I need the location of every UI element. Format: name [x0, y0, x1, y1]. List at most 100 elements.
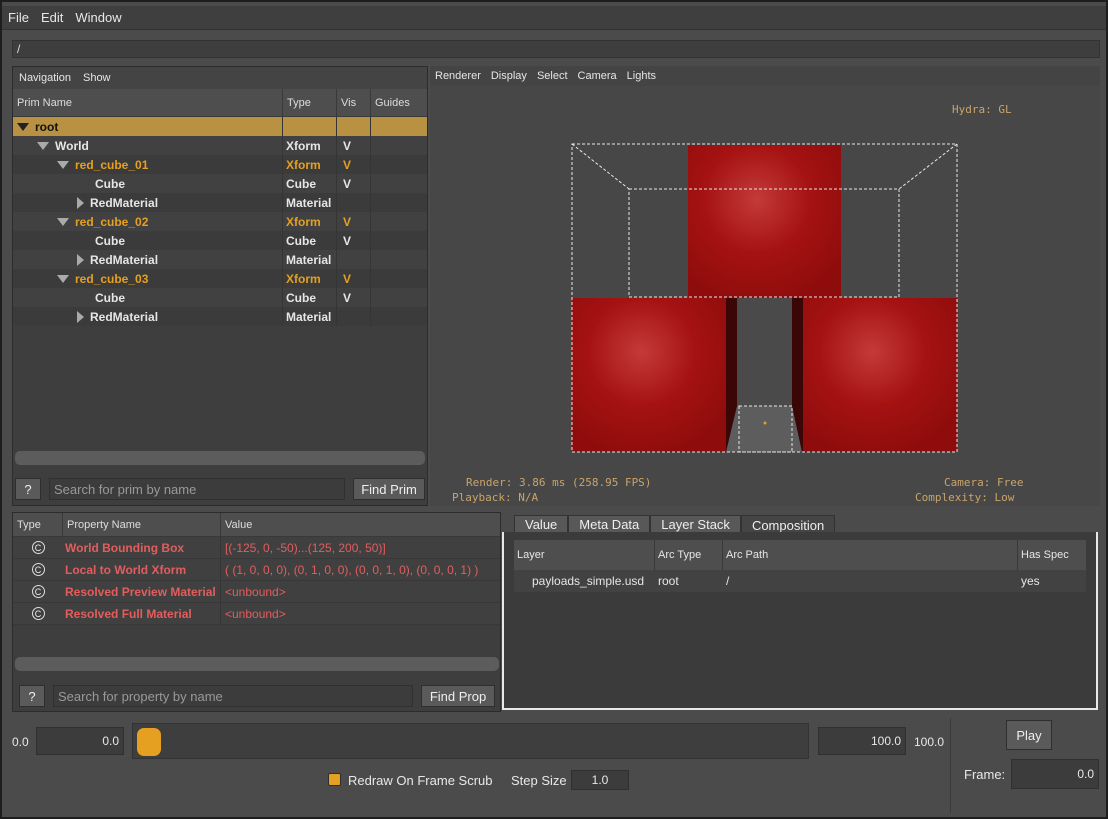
prim-vis-toggle[interactable] [337, 117, 371, 136]
expand-arrow-icon[interactable] [37, 141, 49, 150]
prim-guides[interactable] [371, 307, 427, 326]
prim-row[interactable]: Cube Cube V [13, 231, 427, 250]
redraw-checkbox[interactable] [328, 773, 341, 786]
property-row[interactable]: C Local to World Xform ( (1, 0, 0, 0), (0,… [13, 559, 500, 581]
path-field[interactable]: / [12, 40, 1100, 58]
col-layer[interactable]: Layer [514, 540, 655, 570]
col-arc-type[interactable]: Arc Type [655, 540, 723, 570]
prim-row[interactable]: root [13, 117, 427, 136]
end-frame-field[interactable]: 100.0 [818, 727, 906, 755]
col-prop-name[interactable]: Property Name [63, 513, 221, 536]
prim-row[interactable]: red_cube_01 Xform V [13, 155, 427, 174]
col-prim-name[interactable]: Prim Name [13, 89, 283, 116]
col-prop-type[interactable]: Type [13, 513, 63, 536]
menu-file[interactable]: File [2, 10, 35, 25]
prim-vis-toggle[interactable] [337, 193, 371, 212]
prim-vis-toggle[interactable] [337, 307, 371, 326]
property-name: Resolved Full Material [63, 603, 221, 624]
start-frame-field[interactable]: 0.0 [36, 727, 124, 755]
menu-window[interactable]: Window [69, 10, 127, 25]
computed-property-icon: C [31, 541, 45, 554]
prim-name: red_cube_02 [75, 214, 149, 229]
prim-name: RedMaterial [90, 252, 159, 267]
step-size-field[interactable]: 1.0 [571, 770, 629, 790]
prim-vis-toggle[interactable]: V [337, 136, 371, 155]
prim-vis-toggle[interactable]: V [337, 231, 371, 250]
collapse-arrow-icon[interactable] [77, 196, 84, 209]
collapse-arrow-icon[interactable] [77, 253, 84, 266]
prim-guides[interactable] [371, 155, 427, 174]
col-arc-path[interactable]: Arc Path [723, 540, 1018, 570]
property-scrollbar[interactable] [15, 657, 499, 671]
prim-vis-toggle[interactable]: V [337, 269, 371, 288]
arc-path-cell: / [726, 574, 730, 588]
current-frame-field[interactable]: 0.0 [1011, 759, 1099, 789]
expand-arrow-icon[interactable] [57, 274, 69, 283]
display-menu[interactable]: Display [486, 70, 532, 82]
col-type[interactable]: Type [283, 89, 337, 116]
prop-help-button[interactable]: ? [19, 685, 45, 707]
col-guides[interactable]: Guides [371, 89, 427, 116]
prim-guides[interactable] [371, 288, 427, 307]
inner-floor [726, 406, 802, 452]
prim-tree-scrollbar[interactable] [15, 451, 425, 465]
prim-name: red_cube_03 [75, 271, 149, 286]
frame-slider-handle[interactable] [137, 728, 161, 756]
prim-help-button[interactable]: ? [15, 478, 41, 500]
col-vis[interactable]: Vis [337, 89, 371, 116]
prim-guides[interactable] [371, 250, 427, 269]
prim-row[interactable]: Cube Cube V [13, 288, 427, 307]
property-row[interactable]: C Resolved Preview Material <unbound> [13, 581, 500, 603]
col-prop-value[interactable]: Value [221, 513, 500, 536]
property-row[interactable]: C Resolved Full Material <unbound> [13, 603, 500, 625]
expand-arrow-icon[interactable] [57, 217, 69, 226]
step-size-label: Step Size [511, 773, 567, 788]
prim-vis-toggle[interactable] [337, 250, 371, 269]
collapse-arrow-icon[interactable] [77, 310, 84, 323]
select-menu[interactable]: Select [532, 70, 573, 82]
prim-vis-toggle[interactable]: V [337, 155, 371, 174]
prim-guides[interactable] [371, 212, 427, 231]
prim-guides[interactable] [371, 193, 427, 212]
playback-status: Playback: N/A [452, 491, 539, 504]
red-cube-right [803, 298, 957, 452]
property-value: <unbound> [225, 584, 286, 599]
prim-vis-toggle[interactable]: V [337, 212, 371, 231]
prim-guides[interactable] [371, 231, 427, 250]
camera-menu[interactable]: Camera [573, 70, 622, 82]
layer-cell: payloads_simple.usd [532, 574, 645, 588]
renderer-menu[interactable]: Renderer [430, 70, 486, 82]
composition-row[interactable]: payloads_simple.usd root / yes [514, 570, 1086, 592]
frame-slider[interactable] [132, 723, 809, 759]
complexity-status: Complexity: Low [915, 491, 1015, 504]
prim-row[interactable]: World Xform V [13, 136, 427, 155]
divider [950, 718, 951, 813]
expand-arrow-icon[interactable] [17, 122, 29, 131]
computed-property-icon: C [31, 607, 45, 620]
prim-row[interactable]: Cube Cube V [13, 174, 427, 193]
show-menu[interactable]: Show [77, 72, 117, 84]
find-prop-button[interactable]: Find Prop [421, 685, 495, 707]
prim-row[interactable]: red_cube_03 Xform V [13, 269, 427, 288]
expand-arrow-icon[interactable] [57, 160, 69, 169]
play-button[interactable]: Play [1006, 720, 1052, 750]
lights-menu[interactable]: Lights [622, 70, 661, 82]
prim-row[interactable]: red_cube_02 Xform V [13, 212, 427, 231]
prim-guides[interactable] [371, 117, 427, 136]
col-has-spec[interactable]: Has Spec [1018, 540, 1086, 570]
prim-row[interactable]: RedMaterial Material [13, 193, 427, 212]
prim-vis-toggle[interactable]: V [337, 288, 371, 307]
prim-guides[interactable] [371, 136, 427, 155]
menu-edit[interactable]: Edit [35, 10, 69, 25]
prim-row[interactable]: RedMaterial Material [13, 250, 427, 269]
prop-search-input[interactable]: Search for property by name [53, 685, 413, 707]
prim-vis-toggle[interactable]: V [337, 174, 371, 193]
prim-guides[interactable] [371, 269, 427, 288]
prim-guides[interactable] [371, 174, 427, 193]
find-prim-button[interactable]: Find Prim [353, 478, 425, 500]
prim-row[interactable]: RedMaterial Material [13, 307, 427, 326]
navigation-menu[interactable]: Navigation [13, 72, 77, 84]
prim-search-input[interactable]: Search for prim by name [49, 478, 345, 500]
viewport-canvas[interactable] [430, 86, 1100, 506]
property-row[interactable]: C World Bounding Box [(-125, 0, -50)...(12… [13, 537, 500, 559]
